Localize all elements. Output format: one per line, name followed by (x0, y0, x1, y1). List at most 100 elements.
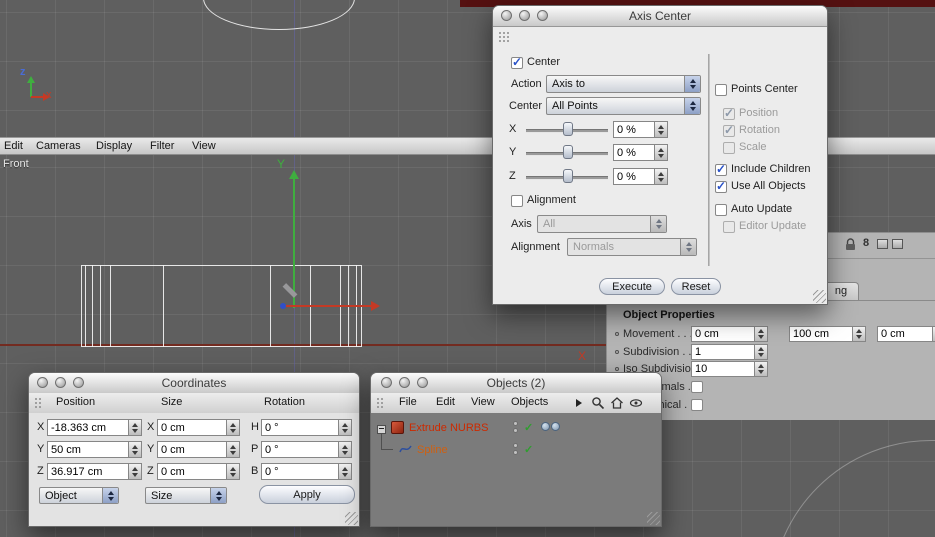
slider-y-value-field[interactable]: 0 % (613, 144, 655, 161)
drag-handle[interactable] (376, 397, 385, 409)
rotation-checkbox[interactable] (723, 123, 735, 137)
use-all-objects-checkbox[interactable] (715, 179, 727, 193)
home-icon[interactable] (610, 396, 624, 410)
render-visibility-dot[interactable] (513, 428, 518, 433)
objects-menu-objects[interactable]: Objects (511, 396, 548, 408)
pos-x-field[interactable]: -18.363 cm (47, 419, 129, 436)
rot-p-field[interactable]: 0 ° (261, 441, 339, 458)
pos-z-field[interactable]: 36.917 cm (47, 463, 129, 480)
editor-visibility-dot[interactable] (513, 443, 518, 448)
iso-subdivision-stepper[interactable] (755, 361, 768, 377)
editor-update-checkbox[interactable] (723, 221, 735, 233)
objects-titlebar[interactable]: Objects (2) (371, 373, 661, 394)
execute-button[interactable]: Execute (599, 278, 665, 295)
history-badge[interactable]: 8 (863, 237, 869, 249)
size-z-stepper[interactable] (227, 463, 240, 480)
slider-x-thumb[interactable] (563, 122, 573, 136)
enabled-check-icon[interactable]: ✓ (524, 421, 533, 434)
subdivision-field[interactable]: 1 (691, 344, 755, 360)
drag-handle[interactable] (498, 31, 510, 43)
panel-layout-icon[interactable] (892, 239, 903, 249)
scale-checkbox[interactable] (723, 142, 735, 154)
size-y-stepper[interactable] (227, 441, 240, 458)
objects-menu-file[interactable]: File (399, 396, 417, 408)
rot-h-stepper[interactable] (339, 419, 352, 436)
slider-z-thumb[interactable] (563, 169, 573, 183)
menu-cameras[interactable]: Cameras (36, 140, 81, 152)
reset-button[interactable]: Reset (671, 278, 721, 295)
x-axis-arrow[interactable] (285, 305, 371, 307)
menu-overflow-icon[interactable] (576, 399, 582, 407)
smoothing-tag-icon[interactable] (541, 422, 550, 431)
center-select[interactable]: All Points (546, 97, 701, 115)
pos-z-stepper[interactable] (129, 463, 142, 480)
center-checkbox[interactable] (511, 55, 523, 69)
pos-y-field[interactable]: 50 cm (47, 441, 129, 458)
slider-z-stepper[interactable] (655, 168, 668, 185)
editor-visibility-dot[interactable] (513, 421, 518, 426)
movement-x-field[interactable]: 0 cm (691, 326, 755, 342)
hierarchical-checkbox[interactable] (691, 399, 703, 411)
auto-update-checkbox[interactable] (715, 204, 727, 216)
include-children-checkbox[interactable] (715, 162, 727, 176)
axis-select[interactable]: All (537, 215, 667, 233)
panel-layout-icon[interactable] (877, 239, 888, 249)
movement-label: Movement . . . . (623, 328, 699, 340)
size-x-label: X (147, 421, 155, 433)
search-icon[interactable] (591, 396, 605, 410)
pos-y-stepper[interactable] (129, 441, 142, 458)
tree-item-spline[interactable]: Spline (417, 444, 448, 456)
slider-x-value-field[interactable]: 0 % (613, 121, 655, 138)
size-x-stepper[interactable] (227, 419, 240, 436)
object-mode-select[interactable]: Object (39, 487, 119, 504)
pos-x-stepper[interactable] (129, 419, 142, 436)
rot-p-stepper[interactable] (339, 441, 352, 458)
resize-grip[interactable] (813, 290, 826, 303)
menu-edit[interactable]: Edit (4, 140, 23, 152)
rotation-label: Rotation (739, 124, 780, 136)
resize-grip[interactable] (345, 512, 358, 525)
alignment-checkbox[interactable] (511, 195, 523, 207)
position-checkbox[interactable] (723, 106, 735, 120)
size-y-field[interactable]: 0 cm (157, 441, 227, 458)
iso-subdivision-field[interactable]: 10 (691, 361, 755, 377)
rot-b-stepper[interactable] (339, 463, 352, 480)
enabled-check-icon[interactable]: ✓ (524, 443, 533, 456)
movement-z-field[interactable]: 0 cm (877, 326, 933, 342)
lock-icon[interactable] (845, 238, 856, 251)
smoothing-tag-icon[interactable] (551, 422, 560, 431)
alignment-select[interactable]: Normals (567, 238, 697, 256)
action-select[interactable]: Axis to (546, 75, 701, 93)
size-x-field[interactable]: 0 cm (157, 419, 227, 436)
movement-y-stepper[interactable] (853, 326, 866, 342)
points-center-checkbox[interactable] (715, 84, 727, 96)
object-origin-point[interactable] (280, 303, 286, 309)
slider-y-thumb[interactable] (563, 145, 573, 159)
movement-x-stepper[interactable] (755, 326, 768, 342)
size-z-field[interactable]: 0 cm (157, 463, 227, 480)
flip-normals-checkbox[interactable] (691, 381, 703, 393)
eye-icon[interactable] (629, 396, 643, 410)
menu-view[interactable]: View (192, 140, 216, 152)
rot-b-field[interactable]: 0 ° (261, 463, 339, 480)
resize-grip[interactable] (647, 512, 660, 525)
slider-y-stepper[interactable] (655, 144, 668, 161)
objects-menu-view[interactable]: View (471, 396, 495, 408)
slider-z-value-field[interactable]: 0 % (613, 168, 655, 185)
size-mode-select[interactable]: Size (145, 487, 227, 504)
coordinates-titlebar[interactable]: Coordinates (29, 373, 359, 394)
subdivision-stepper[interactable] (755, 344, 768, 360)
render-visibility-dot[interactable] (513, 450, 518, 455)
movement-y-field[interactable]: 100 cm (789, 326, 853, 342)
y-axis-arrow[interactable] (293, 173, 295, 308)
tab-smoothing[interactable]: ng (823, 282, 859, 301)
slider-x-stepper[interactable] (655, 121, 668, 138)
menu-display[interactable]: Display (96, 140, 132, 152)
axis-center-titlebar[interactable]: Axis Center (493, 6, 827, 27)
apply-button[interactable]: Apply (259, 485, 355, 504)
menu-filter[interactable]: Filter (150, 140, 174, 152)
drag-handle[interactable] (34, 397, 43, 409)
objects-menu-edit[interactable]: Edit (436, 396, 455, 408)
rot-h-field[interactable]: 0 ° (261, 419, 339, 436)
tree-item-extrude-nurbs[interactable]: Extrude NURBS (409, 422, 488, 434)
